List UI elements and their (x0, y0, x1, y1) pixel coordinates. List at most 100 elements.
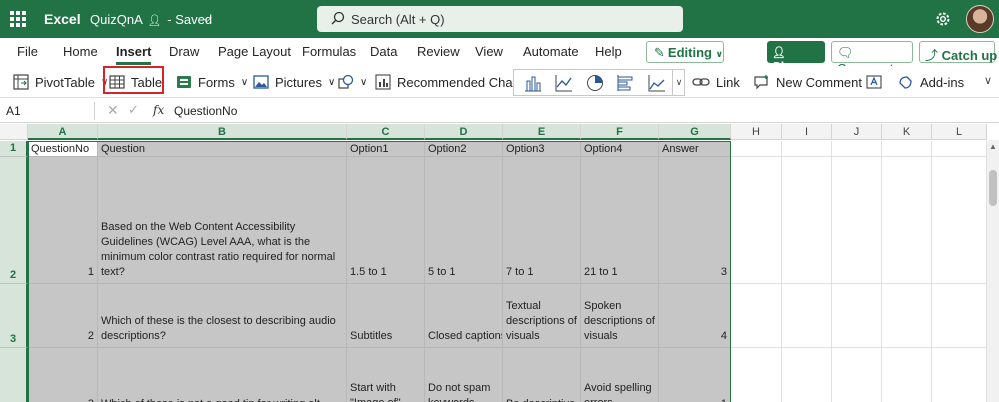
column-header-j[interactable]: J (832, 124, 882, 140)
tab-file[interactable]: File (17, 44, 38, 59)
cell-b4[interactable]: Which of these is not a good tip for wri… (98, 348, 347, 402)
cell-d4[interactable]: Do not spam keywords (425, 348, 503, 402)
column-header-e[interactable]: E (503, 124, 581, 140)
row-header-1[interactable]: 1 (0, 141, 28, 157)
column-header-d[interactable]: D (425, 124, 503, 140)
cell-g4[interactable]: 1 (659, 348, 731, 402)
cell-c4[interactable]: Start with "Image of" (347, 348, 425, 402)
empty-cell[interactable] (731, 141, 782, 157)
share-button[interactable]: 👤︎ Share (767, 41, 825, 74)
empty-cell[interactable] (832, 348, 882, 402)
empty-cell[interactable] (832, 141, 882, 157)
cell-d1[interactable]: Option2 (425, 141, 503, 157)
column-header-a[interactable]: A (28, 124, 98, 140)
formula-input[interactable]: QuestionNo (174, 104, 237, 118)
cell-f1[interactable]: Option4 (581, 141, 659, 157)
empty-cell[interactable] (932, 284, 987, 348)
add-ins-button[interactable]: Add-ins (898, 72, 964, 92)
tab-insert[interactable]: Insert (116, 44, 152, 65)
empty-cell[interactable] (882, 141, 932, 157)
gear-icon[interactable] (934, 10, 952, 28)
pivot-table-button[interactable]: PivotTable ∨ (13, 72, 108, 92)
column-header-i[interactable]: I (782, 124, 832, 140)
cell-a3[interactable]: 2 (28, 284, 98, 348)
column-header-g[interactable]: G (659, 124, 731, 140)
cell-e4[interactable]: Be descriptive (503, 348, 581, 402)
forms-button[interactable]: Forms ∨ (176, 72, 248, 92)
empty-cell[interactable] (731, 284, 782, 348)
empty-cell[interactable] (832, 284, 882, 348)
recommended-charts-button[interactable]: Recommended Charts (375, 72, 527, 92)
empty-cell[interactable] (782, 348, 832, 402)
column-header-h[interactable]: H (731, 124, 782, 140)
cell-c2[interactable]: 1.5 to 1 (347, 157, 425, 284)
cell-a1[interactable]: QuestionNo (28, 141, 98, 157)
row-header-3[interactable]: 3 (0, 284, 28, 348)
cell-b1[interactable]: Question (98, 141, 347, 157)
tab-draw[interactable]: Draw (169, 44, 199, 59)
scroll-up-icon[interactable]: ▲ (989, 142, 997, 151)
tab-data[interactable]: Data (370, 44, 397, 59)
empty-cell[interactable] (932, 348, 987, 402)
empty-cell[interactable] (782, 284, 832, 348)
app-launcher-icon[interactable] (10, 11, 26, 27)
cell-f2[interactable]: 21 to 1 (581, 157, 659, 284)
cell-e1[interactable]: Option3 (503, 141, 581, 157)
empty-cell[interactable] (731, 348, 782, 402)
check-icon[interactable]: ✓ (128, 102, 139, 118)
select-all-corner[interactable] (0, 124, 28, 140)
column-header-f[interactable]: F (581, 124, 659, 140)
catch-up-button[interactable]: ⤴ Catch up (919, 41, 997, 63)
pie-chart-icon[interactable] (586, 74, 604, 92)
document-title[interactable]: QuizQnA 👤︎ - Saved (90, 12, 212, 27)
cell-d3[interactable]: Closed captions (425, 284, 503, 348)
bar-chart-icon[interactable] (617, 74, 635, 92)
tab-home[interactable]: Home (63, 44, 98, 59)
avatar[interactable] (966, 5, 994, 33)
cell-g2[interactable]: 3 (659, 157, 731, 284)
cell-e3[interactable]: Textual descriptions of visuals (503, 284, 581, 348)
editing-mode-button[interactable]: ✎ Editing ∨ (646, 41, 724, 63)
cell-f4[interactable]: Avoid spelling errors (581, 348, 659, 402)
empty-cell[interactable] (882, 284, 932, 348)
search-input[interactable] (351, 10, 651, 28)
tab-review[interactable]: Review (417, 44, 460, 59)
cancel-icon[interactable]: ✕ (107, 102, 119, 119)
tab-automate[interactable]: Automate (523, 44, 579, 59)
chevron-down-icon[interactable]: ⌵ (202, 10, 212, 26)
search-box[interactable] (317, 6, 683, 32)
scrollbar-thumb[interactable] (989, 170, 997, 206)
pictures-button[interactable]: Pictures ∨ (253, 72, 335, 92)
app-name[interactable]: Excel (44, 11, 81, 27)
empty-cell[interactable] (882, 157, 932, 284)
tab-formulas[interactable]: Formulas (302, 44, 356, 59)
vertical-scrollbar[interactable]: ▲ (987, 140, 999, 402)
cell-g3[interactable]: 4 (659, 284, 731, 348)
column-chart-icon[interactable] (524, 74, 542, 92)
cell-c1[interactable]: Option1 (347, 141, 425, 157)
row-header-4[interactable]: 4 (0, 348, 28, 402)
cell-e2[interactable]: 7 to 1 (503, 157, 581, 284)
tab-help[interactable]: Help (595, 44, 622, 59)
empty-cell[interactable] (731, 157, 782, 284)
ribbon-expand-icon[interactable]: ∨ (984, 74, 992, 87)
cell-b3[interactable]: Which of these is the closest to describ… (98, 284, 347, 348)
column-header-c[interactable]: C (347, 124, 425, 140)
line-chart-icon[interactable] (555, 74, 573, 92)
cell-g1[interactable]: Answer (659, 141, 731, 157)
cell-d2[interactable]: 5 to 1 (425, 157, 503, 284)
column-header-l[interactable]: L (932, 124, 987, 140)
column-header-k[interactable]: K (882, 124, 932, 140)
shapes-button[interactable]: ∨ (338, 72, 367, 92)
cell-f3[interactable]: Spoken descriptions of visuals (581, 284, 659, 348)
insert-function-icon[interactable]: fx (153, 103, 164, 117)
chart-gallery-more-button[interactable]: ∨ (672, 70, 685, 95)
name-box[interactable]: A1 (6, 104, 21, 118)
empty-cell[interactable] (782, 157, 832, 284)
empty-cell[interactable] (832, 157, 882, 284)
text-box-button[interactable] (866, 72, 888, 92)
area-chart-icon[interactable] (648, 74, 666, 92)
cell-a4[interactable]: 3 (28, 348, 98, 402)
tab-page-layout[interactable]: Page Layout (218, 44, 291, 59)
tab-view[interactable]: View (475, 44, 503, 59)
